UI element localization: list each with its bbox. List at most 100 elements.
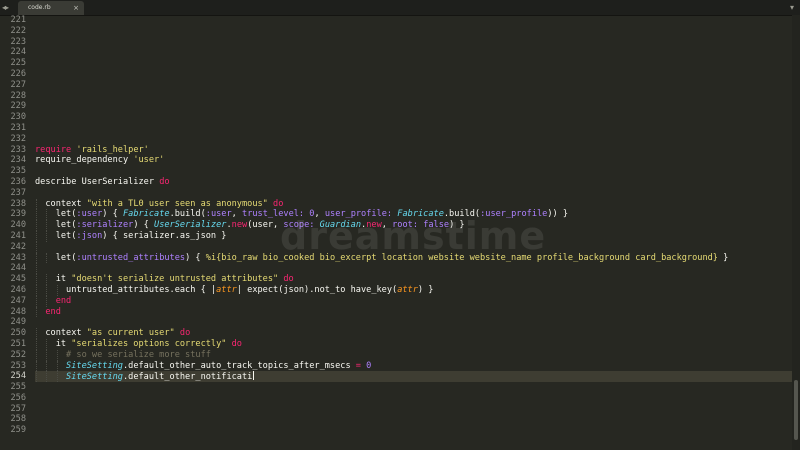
line-number: 246 (10, 284, 26, 295)
scrollbar-thumb[interactable] (794, 380, 798, 440)
code-token: new (231, 220, 248, 231)
code-line[interactable]: context "as current user" do (35, 328, 792, 339)
indent-guide (46, 371, 48, 383)
line-number: 251 (10, 338, 26, 349)
code-line[interactable]: end (35, 295, 792, 307)
code-token: .build( (169, 209, 206, 220)
code-token: ) { serializer.as_json } (102, 230, 227, 241)
vertical-scrollbar[interactable] (792, 15, 800, 450)
line-number: 223 (10, 36, 26, 47)
indent-guide (56, 349, 58, 361)
code-line[interactable]: it "doesn't serialize untrusted attribut… (35, 274, 792, 285)
code-editor[interactable]: 221 222 223 224 225 226 227 228 229 230 231 232 233 2… (0, 15, 792, 450)
indent-guide (36, 371, 37, 383)
line-number: 226 (10, 68, 26, 79)
code-line[interactable] (35, 241, 792, 253)
code-token: describe UserSerializer (35, 176, 160, 187)
code-token: , (314, 209, 325, 220)
code-line[interactable]: require_dependency 'user' (35, 155, 792, 166)
code-line[interactable] (35, 80, 792, 91)
code-line[interactable] (35, 425, 792, 436)
line-number: 247 (10, 295, 26, 306)
code-line[interactable]: # so we serialize more stuff (35, 349, 792, 361)
code-line[interactable]: let(:user) { Fabricate.build(:user, trus… (35, 209, 792, 221)
code-line[interactable]: context "with a TL0 user seen as anonymo… (35, 198, 792, 210)
indent-guide (36, 220, 37, 231)
code-line[interactable] (35, 382, 792, 393)
code-token: false (423, 220, 450, 231)
tab-dropdown-icon[interactable]: ▾ (790, 0, 794, 15)
code-line[interactable]: let(:json) { serializer.as_json } (35, 230, 792, 242)
code-token: Guardian (319, 220, 362, 231)
code-token: )) } (547, 209, 569, 220)
code-line[interactable] (35, 26, 792, 37)
code-token: :untrusted_attributes (76, 252, 186, 263)
code-line[interactable] (35, 69, 792, 80)
close-icon[interactable]: × (73, 1, 79, 15)
tab-nav-arrows-icon[interactable]: ◂▸ (2, 1, 16, 14)
code-token: | expect(json).not_to have_key( (236, 284, 398, 295)
code-line[interactable] (35, 58, 792, 69)
code-line[interactable] (35, 112, 792, 123)
line-number: 229 (10, 101, 26, 112)
indent-guide (56, 284, 58, 296)
code-token: SiteSetting (66, 372, 123, 383)
line-number-gutter: 221 222 223 224 225 226 227 228 229 230 231 232 233 2… (0, 15, 30, 436)
code-token: Fabricate (122, 209, 170, 220)
code-token: context (35, 198, 87, 209)
code-line[interactable] (35, 134, 792, 145)
code-line[interactable]: require 'rails_helper' (35, 145, 792, 156)
code-line[interactable]: untrusted_attributes.each { |attr| expec… (35, 284, 792, 296)
indent-guide (56, 360, 58, 372)
code-area[interactable]: require 'rails_helper' require_dependency… (35, 15, 792, 436)
code-line[interactable] (35, 101, 792, 112)
code-token: context (35, 328, 87, 339)
code-token: 'user' (133, 155, 165, 166)
indent-guide (36, 209, 37, 221)
line-number: 224 (10, 47, 26, 58)
code-token: let( (35, 209, 77, 220)
line-number: 227 (10, 79, 26, 90)
code-token: let( (35, 220, 77, 231)
indent-guide (56, 371, 58, 383)
code-line[interactable] (35, 317, 792, 328)
code-line[interactable] (35, 414, 792, 425)
code-token: .default_other_auto_track_topics_after_m… (122, 360, 356, 371)
code-line[interactable] (35, 404, 792, 415)
code-token: , (381, 220, 393, 231)
code-line[interactable]: SiteSetting.default_other_auto_track_top… (35, 360, 792, 372)
code-line[interactable]: describe UserSerializer do (35, 177, 792, 188)
code-line[interactable]: let(:untrusted_attributes) { %i{bio_raw … (35, 252, 792, 264)
code-line[interactable] (35, 37, 792, 48)
editor-window: ◂▸ code.rb × ▾ 221 222 223 224 225 226 227 228 2… (0, 0, 800, 450)
code-line[interactable]: let(:serializer) { UserSerializer.new(us… (35, 220, 792, 231)
code-token: let( (35, 252, 77, 263)
code-token: it (35, 274, 72, 285)
code-line[interactable]: it "serializes options correctly" do (35, 338, 792, 350)
code-line[interactable] (35, 166, 792, 177)
code-line[interactable] (35, 47, 792, 58)
code-line[interactable] (35, 91, 792, 102)
code-token: .default_other_notificati (122, 372, 253, 383)
code-token: let( (35, 230, 77, 241)
code-line[interactable] (35, 188, 792, 199)
line-number: 234 (10, 155, 26, 166)
code-token: (user, (247, 220, 284, 231)
code-token: new (366, 220, 382, 231)
code-line[interactable] (35, 123, 792, 134)
code-line[interactable]: end (35, 306, 792, 318)
code-line-current[interactable]: SiteSetting.default_other_notificati (35, 371, 792, 382)
code-line[interactable] (35, 263, 792, 275)
code-token: ) { (102, 209, 123, 220)
code-token: :user_profile (480, 209, 548, 220)
code-token: attr (397, 284, 418, 295)
code-token: :user (76, 209, 103, 220)
line-number: 237 (10, 187, 26, 198)
tab-code-rb[interactable]: code.rb × (18, 1, 84, 15)
line-number: 256 (10, 392, 26, 403)
code-line[interactable] (35, 15, 792, 26)
code-line[interactable] (35, 393, 792, 404)
line-number: 233 (10, 144, 26, 155)
